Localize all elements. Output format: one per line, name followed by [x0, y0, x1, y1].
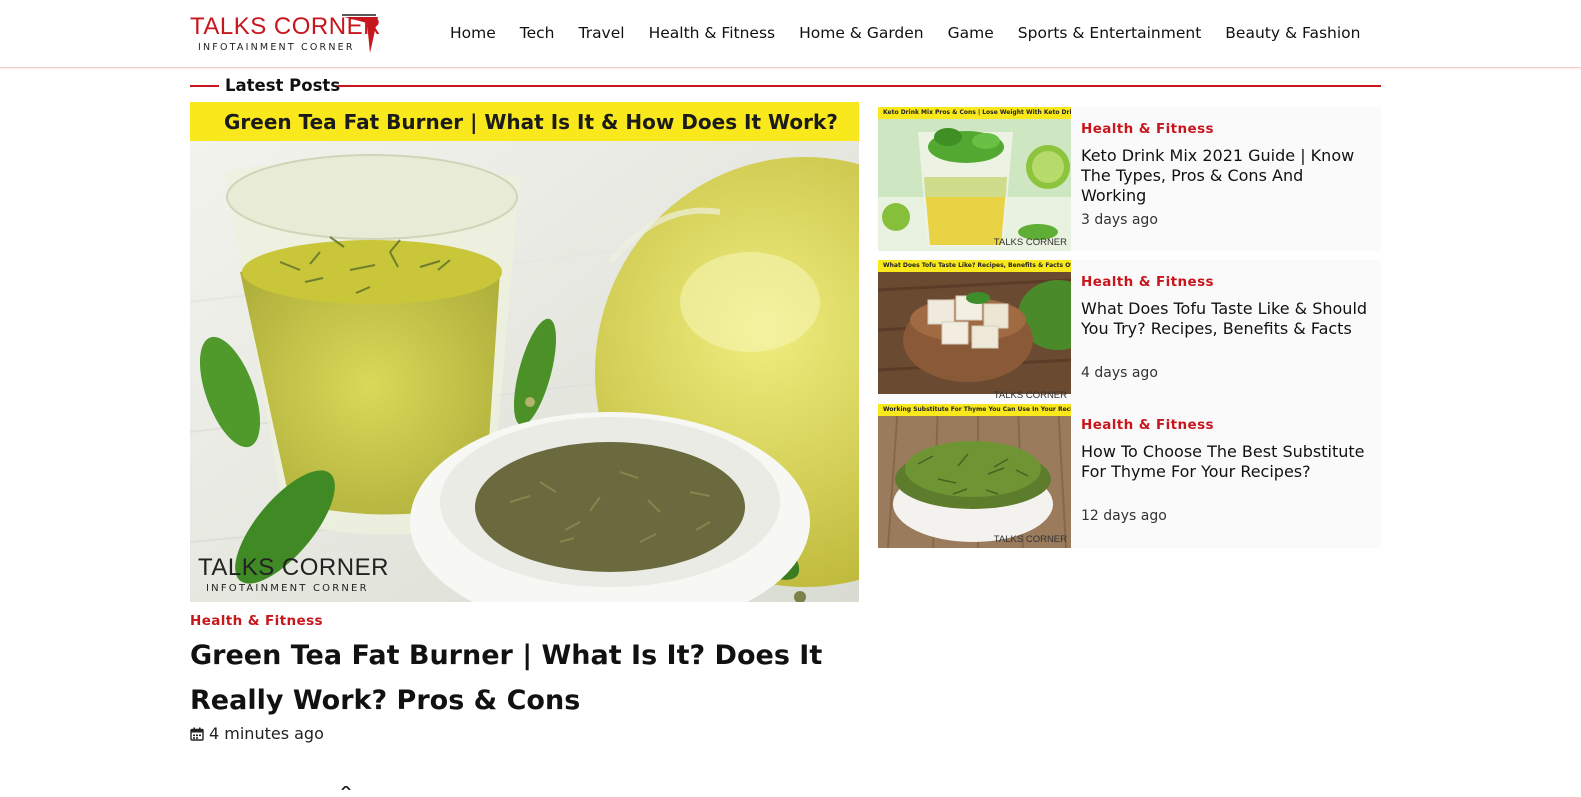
green-tea-photo [190, 102, 859, 602]
featured-post-meta: 4 minutes ago [190, 723, 324, 745]
logo-swoosh-icon [342, 14, 378, 53]
calendar-icon [190, 727, 204, 741]
side-post-title[interactable]: Keto Drink Mix 2021 Guide | Know The Typ… [1081, 146, 1371, 206]
partial-next-heading-fragment [341, 786, 351, 790]
featured-banner: Green Tea Fat Burner | What Is It & How … [190, 102, 859, 141]
section-title: Latest Posts [225, 76, 341, 95]
thumbnail-banner: What Does Tofu Taste Like? Recipes, Bene… [878, 260, 1071, 272]
nav-sports-entertainment[interactable]: Sports & Entertainment [1018, 22, 1201, 44]
side-post-time: 3 days ago [1081, 212, 1158, 228]
main-nav: Home Tech Travel Health & Fitness Home &… [450, 22, 1360, 44]
side-post-category-link[interactable]: Health & Fitness [1081, 416, 1214, 434]
nav-game[interactable]: Game [948, 22, 994, 44]
side-post-title[interactable]: How To Choose The Best Substitute For Th… [1081, 442, 1371, 482]
side-post-time: 12 days ago [1081, 508, 1167, 524]
side-post-thumbnail[interactable]: Keto Drink Mix Pros & Cons | Lose Weight… [878, 107, 1071, 251]
thumbnail-banner: Keto Drink Mix Pros & Cons | Lose Weight… [878, 107, 1071, 119]
nav-home-garden[interactable]: Home & Garden [799, 22, 924, 44]
tofu-photo [878, 260, 1071, 394]
site-logo[interactable]: TALKS CORNER INFOTAINMENT CORNER [190, 13, 382, 57]
side-post-title[interactable]: What Does Tofu Taste Like & Should You T… [1081, 299, 1371, 339]
nav-tech[interactable]: Tech [520, 22, 555, 44]
watermark-title: TALKS CORNER [198, 554, 389, 581]
featured-post-title[interactable]: Green Tea Fat Burner | What Is It? Does … [190, 633, 850, 723]
thumbnail-banner-text: What Does Tofu Taste Like? Recipes, Bene… [883, 262, 1071, 269]
side-post-card[interactable]: Keto Drink Mix Pros & Cons | Lose Weight… [878, 107, 1381, 251]
divider [338, 85, 1381, 87]
featured-category-link[interactable]: Health & Fitness [190, 612, 323, 630]
nav-home[interactable]: Home [450, 22, 496, 44]
nav-travel[interactable]: Travel [579, 22, 625, 44]
keto-drink-photo [878, 107, 1071, 251]
side-post-time: 4 days ago [1081, 365, 1158, 381]
side-post-thumbnail[interactable]: Working Substitute For Thyme You Can Use… [878, 404, 1071, 548]
thumbnail-banner-text: Working Substitute For Thyme You Can Use… [883, 406, 1071, 413]
thumbnail-banner-text: Keto Drink Mix Pros & Cons | Lose Weight… [883, 109, 1071, 116]
latest-posts-header: Latest Posts [190, 75, 1381, 97]
side-post-category-link[interactable]: Health & Fitness [1081, 273, 1214, 291]
thumbnail-banner: Working Substitute For Thyme You Can Use… [878, 404, 1071, 416]
featured-post-time: 4 minutes ago [209, 724, 324, 743]
logo-tagline: INFOTAINMENT CORNER [198, 42, 355, 53]
thumbnail-watermark: TALKS CORNER [993, 237, 1067, 248]
nav-health-fitness[interactable]: Health & Fitness [649, 22, 776, 44]
side-post-thumbnail[interactable]: What Does Tofu Taste Like? Recipes, Bene… [878, 260, 1071, 404]
site-header: TALKS CORNER INFOTAINMENT CORNER Home Te… [0, 0, 1581, 68]
divider [190, 85, 219, 87]
nav-beauty-fashion[interactable]: Beauty & Fashion [1225, 22, 1360, 44]
watermark-tagline: INFOTAINMENT CORNER [206, 583, 369, 594]
featured-post-image[interactable]: Green Tea Fat Burner | What Is It & How … [190, 102, 859, 602]
thyme-photo [878, 404, 1071, 548]
featured-banner-text: Green Tea Fat Burner | What Is It & How … [224, 110, 838, 134]
featured-watermark: TALKS CORNER INFOTAINMENT CORNER [198, 554, 408, 598]
side-post-card[interactable]: What Does Tofu Taste Like? Recipes, Bene… [878, 260, 1381, 404]
thumbnail-watermark: TALKS CORNER [993, 390, 1067, 401]
side-post-category-link[interactable]: Health & Fitness [1081, 120, 1214, 138]
thumbnail-watermark: TALKS CORNER [993, 534, 1067, 545]
side-post-card[interactable]: Working Substitute For Thyme You Can Use… [878, 404, 1381, 548]
